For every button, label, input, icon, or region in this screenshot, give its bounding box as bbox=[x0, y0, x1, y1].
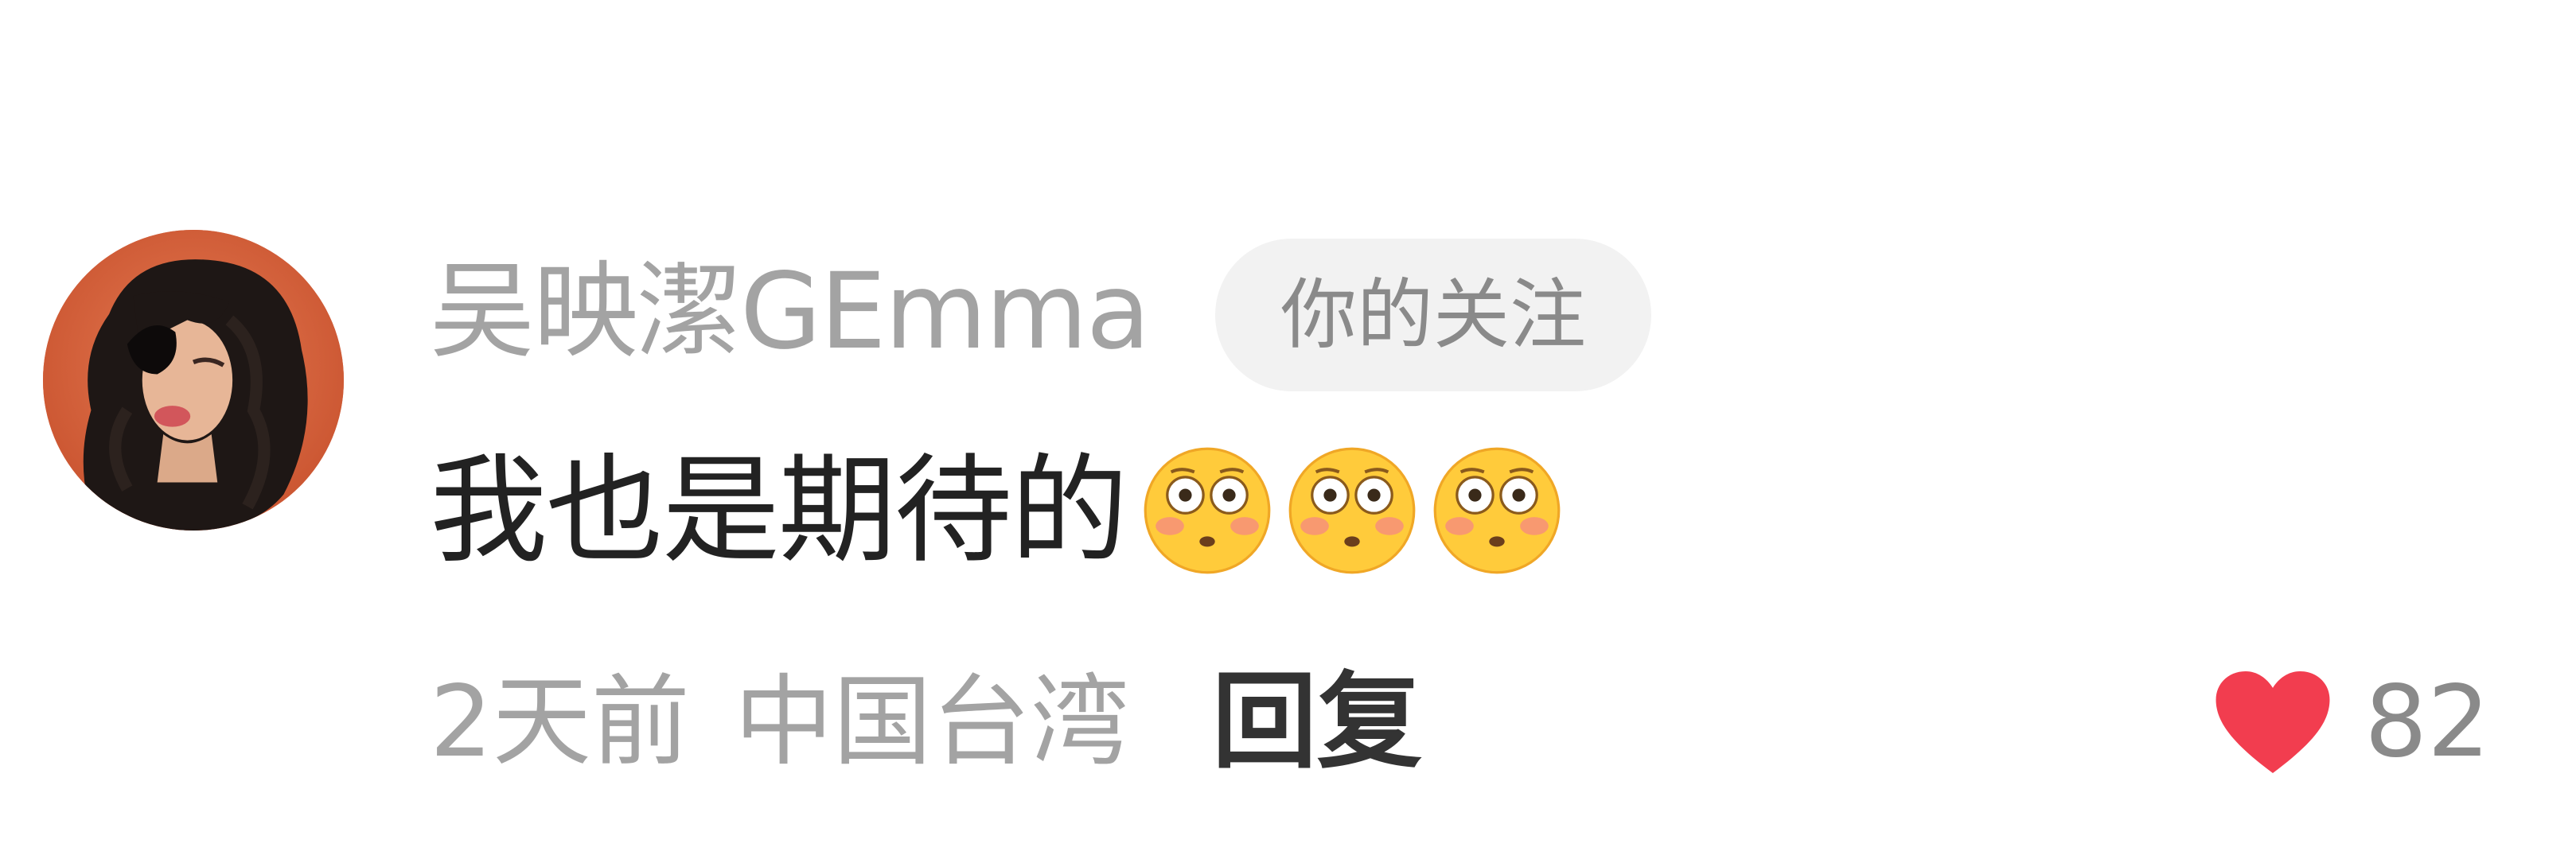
following-badge: 你的关注 bbox=[1215, 239, 1651, 391]
flushed-face-icon bbox=[1143, 446, 1272, 575]
username[interactable]: 吴映潔GEmma bbox=[430, 248, 1151, 375]
user-avatar[interactable] bbox=[43, 230, 344, 531]
comment-text: 我也是期待的 bbox=[430, 442, 1128, 579]
comment-meta: 2天前 中国台湾 回复 bbox=[430, 659, 1422, 786]
reply-button[interactable]: 回复 bbox=[1212, 659, 1422, 786]
comment-location: 中国台湾 bbox=[734, 665, 1129, 779]
like-count: 82 bbox=[2364, 665, 2490, 779]
heart-icon[interactable] bbox=[2213, 669, 2332, 775]
flushed-face-icon bbox=[1288, 446, 1417, 575]
comment-body: 我也是期待的 bbox=[430, 439, 1561, 582]
comment-time: 2天前 bbox=[430, 665, 690, 779]
like-button[interactable]: 82 bbox=[2213, 659, 2490, 786]
flushed-face-icon bbox=[1432, 446, 1561, 575]
